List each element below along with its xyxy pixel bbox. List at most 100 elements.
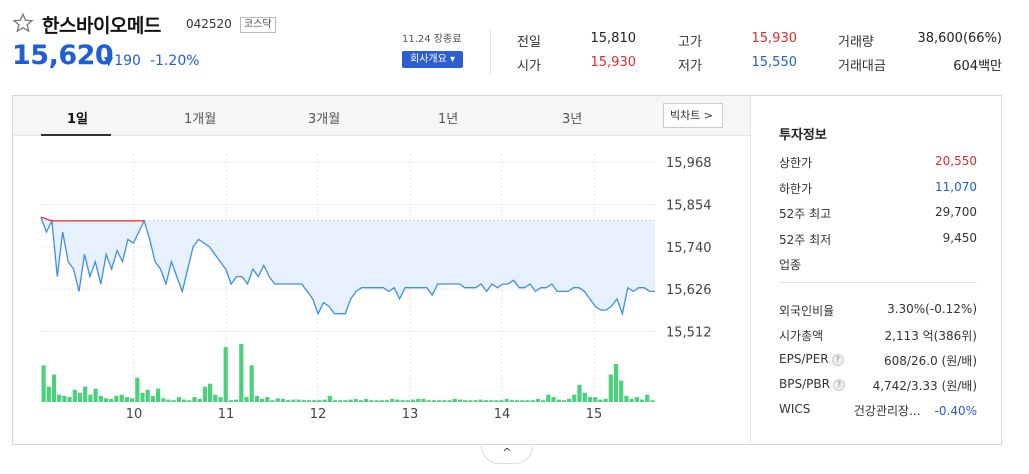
volume-bar — [593, 397, 598, 402]
volume-bar — [483, 400, 488, 402]
volume-bar — [182, 399, 187, 402]
stock-name: 한스바이오메드 — [42, 15, 161, 37]
prev-close-label: 전일 — [517, 35, 541, 50]
volume-bar — [327, 395, 332, 402]
volume-bar — [650, 400, 655, 402]
volume-bar — [390, 398, 395, 402]
change-amount: 190 — [114, 53, 141, 69]
volume-bar — [171, 400, 176, 402]
volume-bar — [213, 394, 218, 402]
market-status: 11.24 장종료 — [402, 34, 462, 45]
low-label: 저가 — [678, 59, 702, 74]
high-value: 15,930 — [751, 31, 798, 46]
volume-bar — [306, 400, 312, 402]
volume-bar — [551, 397, 556, 402]
volume-bar — [57, 394, 62, 402]
tab-1month[interactable]: 1개월 — [184, 108, 216, 127]
info-label: 상한가 — [779, 156, 813, 170]
y-tick-label: 15,512 — [666, 326, 712, 341]
volume-bar — [369, 400, 374, 402]
tab-1year[interactable]: 1년 — [438, 108, 458, 127]
prev-close-value: 15,810 — [590, 31, 637, 46]
x-tick-label: 12 — [310, 407, 327, 422]
y-tick-label: 15,740 — [666, 241, 712, 256]
volume-bar — [410, 399, 416, 402]
help-icon[interactable]: ? — [832, 378, 845, 391]
volume-bar — [509, 400, 514, 402]
open-label: 시가 — [517, 59, 541, 74]
volume-bar — [421, 398, 426, 402]
volume-bar — [239, 344, 244, 402]
x-tick-label: 14 — [494, 407, 511, 422]
tab-3year[interactable]: 3년 — [562, 108, 582, 127]
open-value: 15,930 — [590, 55, 637, 70]
down-arrow-icon: ▼ — [104, 54, 114, 68]
volume-bar — [364, 398, 369, 402]
volume-bar — [98, 395, 103, 402]
volume-bar — [275, 398, 280, 402]
volume-bar — [478, 399, 483, 402]
volume-bar — [374, 400, 379, 402]
volume-bar — [603, 398, 608, 402]
volume-bar — [541, 400, 546, 402]
market-badge: 코스닥 — [240, 17, 276, 33]
volume-bar — [114, 395, 119, 402]
investment-info: 투자정보 상한가 20,550 하한가 11,070 52주 최고 29,700 52주 최… — [750, 96, 1002, 444]
volume-bar — [156, 388, 161, 402]
volume-bar — [457, 399, 462, 402]
volume-bar — [270, 400, 275, 402]
volume-bar — [67, 397, 72, 402]
volume-bar — [358, 400, 364, 402]
volume-bar — [520, 400, 525, 402]
volume-bar — [265, 397, 270, 402]
volume-bar — [400, 400, 405, 402]
info-row: 외국인비율 3.30%(-0.12%) — [779, 302, 977, 318]
volume-bar — [405, 400, 410, 402]
volume-bar — [130, 398, 135, 402]
volume-bar — [504, 398, 509, 402]
volume-bar — [260, 398, 265, 402]
volume-bar — [546, 394, 551, 402]
volume-bar — [296, 399, 301, 402]
volume-bar — [613, 364, 619, 402]
volume-bar — [447, 400, 452, 402]
company-overview-button[interactable]: 회사개요 ▾ — [402, 51, 463, 68]
collapse-button[interactable]: ^ — [481, 446, 533, 464]
big-chart-button[interactable]: 빅차트 > — [663, 103, 723, 128]
tab-3month[interactable]: 3개월 — [308, 108, 340, 127]
info-row: 업종 — [779, 256, 977, 272]
info-row: 시가총액 2,113 억(386위) — [779, 327, 977, 343]
volume-bar — [468, 400, 473, 402]
sector-change: -0.40% — [934, 404, 977, 418]
volume-bar — [41, 365, 46, 402]
info-row: 52주 최고 29,700 — [779, 205, 977, 221]
volume-bar — [161, 398, 166, 402]
period-tabs: 1일 1개월 3개월 1년 3년 빅차트 > — [13, 96, 750, 136]
volume-bar — [535, 398, 540, 402]
info-row: WICS 건강관리장... -0.40% — [779, 402, 977, 418]
volume-bar — [338, 400, 343, 402]
volume-bar — [72, 389, 77, 402]
volume-bar — [645, 394, 650, 402]
volume-bar — [280, 398, 286, 402]
star-icon[interactable] — [12, 12, 34, 34]
volume-bar — [145, 389, 150, 402]
help-icon[interactable]: ? — [831, 353, 844, 366]
volume-bar — [343, 400, 348, 402]
trade-value: 604백만 — [953, 59, 1002, 74]
volume-bar — [577, 384, 582, 402]
tab-1day[interactable]: 1일 — [67, 108, 88, 127]
volume-bar — [572, 394, 577, 402]
volume-bar — [291, 399, 296, 402]
info-value: 3.30%(-0.12%) — [887, 302, 977, 316]
info-value: 29,700 — [935, 205, 977, 219]
price-line-up — [40, 216, 145, 222]
volume-bar — [489, 400, 494, 402]
volume-bar — [463, 400, 468, 402]
volume-bar — [46, 386, 51, 402]
area-fill — [41, 220, 655, 314]
volume-bar — [254, 395, 259, 402]
info-label: BPS/PBR? — [779, 377, 845, 391]
trade-value-label: 거래대금 — [838, 59, 886, 74]
info-label: EPS/PER? — [779, 352, 844, 366]
